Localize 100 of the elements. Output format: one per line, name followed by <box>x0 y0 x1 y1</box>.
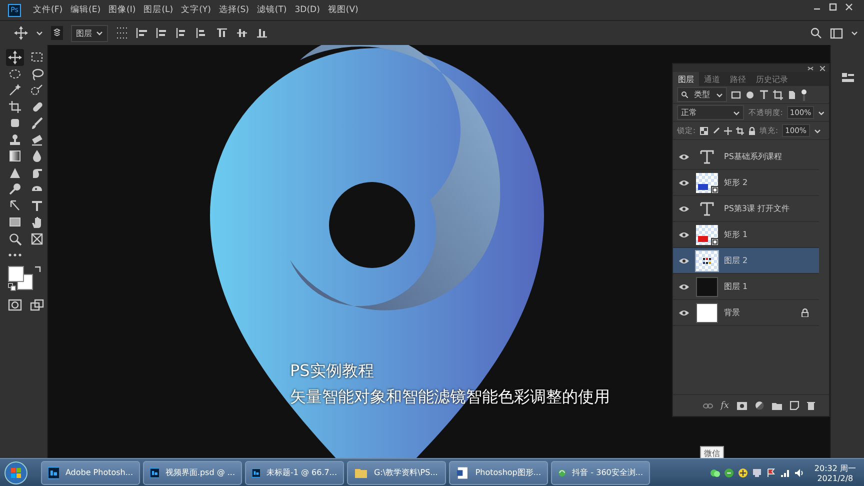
filter-dropdown[interactable]: 类型 <box>677 87 727 102</box>
eye-icon[interactable] <box>678 230 690 238</box>
lasso-icon[interactable] <box>30 66 44 81</box>
layer-row[interactable]: 矩形 2 <box>673 170 819 196</box>
taskbar-item[interactable]: Adobe Photosh... <box>41 460 140 484</box>
properties-icon[interactable] <box>842 73 854 83</box>
blend-mode-dropdown[interactable]: 正常 <box>677 105 744 120</box>
move-icon[interactable] <box>6 50 24 65</box>
layer-row[interactable]: 图层 1 <box>673 274 819 300</box>
panel-tab[interactable]: 历史记录 <box>751 72 793 86</box>
align-icon[interactable] <box>196 27 208 39</box>
caret-icon[interactable] <box>818 110 825 116</box>
effects-button[interactable]: fx <box>720 400 729 410</box>
dashed-rectangle-icon[interactable] <box>30 50 44 64</box>
type-filter-icon[interactable] <box>759 90 769 100</box>
lock-icon[interactable] <box>748 126 756 134</box>
eye-icon[interactable] <box>678 178 690 186</box>
eye-icon[interactable] <box>678 308 690 316</box>
trash-icon[interactable] <box>807 401 815 410</box>
new-layer-icon[interactable] <box>790 401 799 410</box>
menu-item[interactable]: 文字(Y) <box>181 4 211 16</box>
menu-item[interactable]: 编辑(E) <box>70 4 101 16</box>
triangle-icon[interactable] <box>8 166 22 180</box>
menu-item[interactable]: 图像(I) <box>108 4 136 16</box>
plus-badge-icon[interactable] <box>738 468 748 478</box>
panel-tab[interactable]: 图层 <box>673 72 699 86</box>
eye-icon[interactable] <box>678 204 690 212</box>
color-swatches-drawing[interactable] <box>8 266 33 290</box>
taskbar-item[interactable]: 未标题-1 @ 66.7... <box>245 460 344 484</box>
checker-lock-icon[interactable] <box>700 126 708 134</box>
link-icon[interactable] <box>702 402 713 408</box>
speaker-icon[interactable] <box>794 468 804 478</box>
pointer-line-icon[interactable] <box>8 198 22 213</box>
taskbar-item[interactable]: 抖音 - 360安全浏... <box>551 460 650 484</box>
taskbar-item[interactable]: G:\教学资料\PS... <box>347 460 446 484</box>
eraser-icon[interactable] <box>30 132 44 147</box>
wand-icon[interactable] <box>8 83 22 98</box>
dotted-grid-icon[interactable] <box>116 27 128 39</box>
stamp-icon[interactable] <box>8 132 22 147</box>
panel-tab[interactable]: 通道 <box>699 72 725 86</box>
crop-icon[interactable] <box>8 100 22 114</box>
menu-item[interactable]: 滤镜(T) <box>256 4 287 16</box>
search-icon[interactable] <box>810 27 822 39</box>
swap-arrows-icon[interactable] <box>34 264 42 272</box>
crop-icon[interactable] <box>736 126 744 134</box>
close-icon[interactable] <box>844 2 854 12</box>
mask-icon[interactable] <box>8 298 22 311</box>
menu-item[interactable]: 3D(D) <box>294 5 320 15</box>
caret-icon[interactable] <box>851 30 858 36</box>
default-colors-icon[interactable] <box>8 282 16 290</box>
start-orb-icon[interactable] <box>4 460 28 484</box>
caret-icon[interactable] <box>814 128 821 134</box>
layer-row[interactable]: PS基础系列课程 <box>673 144 819 170</box>
close-icon[interactable] <box>820 66 825 70</box>
hand-icon[interactable] <box>30 215 44 230</box>
layer-row[interactable]: PS第3课 打开文件 <box>673 196 819 222</box>
dashed-ellipse-icon[interactable] <box>8 66 22 81</box>
image-filter-icon[interactable] <box>731 90 741 100</box>
flag-icon[interactable] <box>766 468 776 478</box>
menu-item[interactable]: 视图(V) <box>328 4 358 16</box>
adjustment-icon[interactable] <box>755 401 764 410</box>
menu-item[interactable]: 图层(L) <box>144 4 174 16</box>
taskbar-item[interactable]: 视频界面.psd @ ... <box>143 460 242 484</box>
mask-icon[interactable] <box>737 402 747 410</box>
folder-icon[interactable] <box>772 402 782 410</box>
menu-item[interactable]: 选择(S) <box>218 4 249 16</box>
eye-icon[interactable] <box>678 152 690 160</box>
eye-icon[interactable] <box>678 282 690 290</box>
align-icon[interactable] <box>136 27 148 39</box>
menu-item[interactable]: 文件(F) <box>33 4 63 16</box>
signal-icon[interactable] <box>780 468 790 478</box>
rectangle-icon[interactable] <box>8 215 22 230</box>
page-filter-icon[interactable] <box>787 90 797 100</box>
collapse-icon[interactable] <box>807 66 814 70</box>
layer-row[interactable]: 图层 2 <box>673 248 819 274</box>
maximize-icon[interactable] <box>828 2 838 12</box>
distribute-icon[interactable] <box>216 27 228 39</box>
align-icon[interactable] <box>156 27 168 39</box>
move-icon[interactable] <box>724 126 732 134</box>
distribute-icon[interactable] <box>256 27 268 39</box>
type-icon[interactable] <box>30 198 44 213</box>
clock[interactable]: 20:32 周一 2021/2/8 <box>814 462 856 482</box>
taskbar-item[interactable]: Photoshop图形... <box>449 460 548 484</box>
brush-circle-icon[interactable] <box>30 83 44 98</box>
layer-dropdown[interactable]: 图层 <box>71 24 108 42</box>
caret-icon[interactable] <box>36 30 43 36</box>
crop-filter-icon[interactable] <box>773 90 783 100</box>
chat-bubbles-icon[interactable] <box>710 468 720 478</box>
crossed-frame-icon[interactable] <box>30 232 44 246</box>
workspace-icon[interactable] <box>830 28 843 38</box>
layers-stack-icon[interactable] <box>51 26 63 40</box>
eye-icon[interactable] <box>678 256 690 264</box>
brush-icon[interactable] <box>30 116 44 130</box>
brush-icon[interactable] <box>712 126 720 134</box>
toggle-dot-icon[interactable] <box>801 88 807 100</box>
distribute-icon[interactable] <box>236 27 248 39</box>
layer-row[interactable]: 背景 <box>673 300 819 326</box>
drop-icon[interactable] <box>30 149 44 164</box>
zoom-icon[interactable] <box>8 232 22 246</box>
screen-mode-icon[interactable] <box>30 298 44 311</box>
